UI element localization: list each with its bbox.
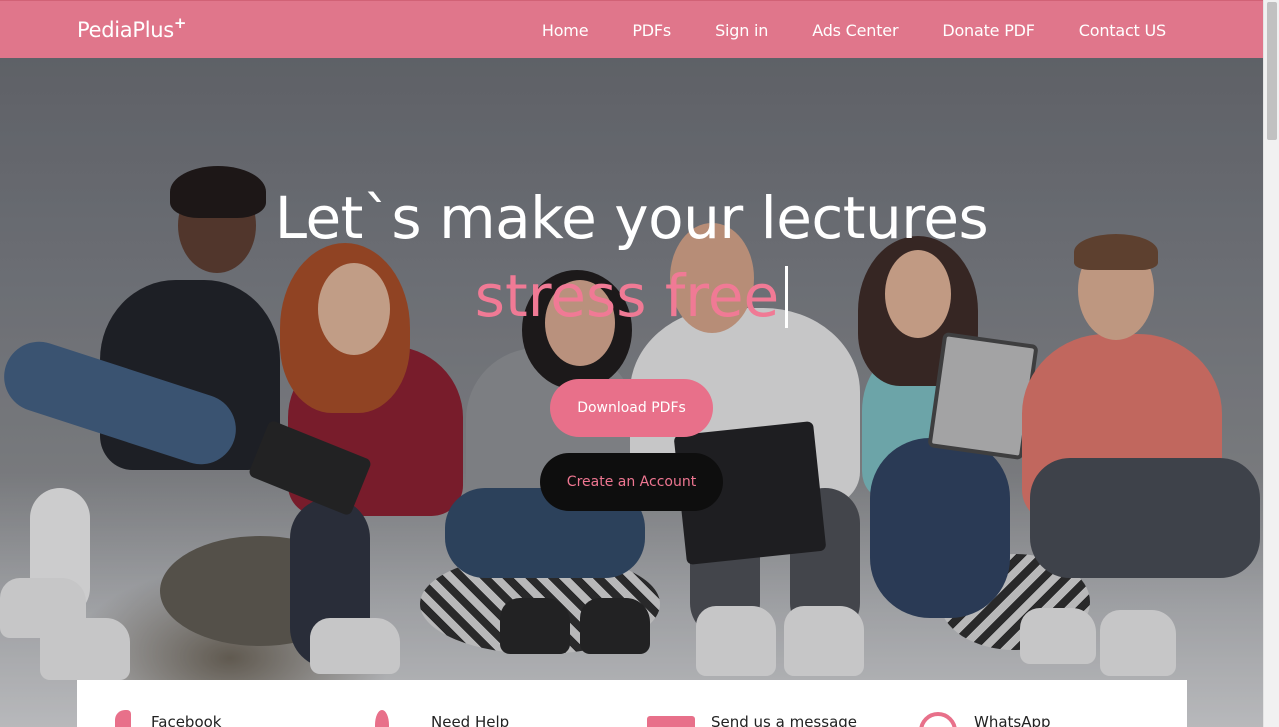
nav-ads-center[interactable]: Ads Center [812, 21, 898, 40]
contact-need-help-label[interactable]: Need Help [431, 713, 509, 727]
contact-facebook-label[interactable]: Facebook [151, 713, 221, 727]
download-pdfs-button[interactable]: Download PDFs [550, 379, 713, 437]
hero-headline: Let`s make your lectures [274, 184, 989, 252]
help-icon[interactable] [375, 710, 389, 727]
nav-home[interactable]: Home [542, 21, 589, 40]
facebook-icon[interactable] [115, 710, 131, 727]
top-navbar: PediaPlus+ Home PDFs Sign in Ads Center … [0, 0, 1263, 58]
page-scrollbar[interactable] [1263, 0, 1279, 727]
contact-strip: Facebook Need Help Send us a message Wha… [77, 680, 1187, 727]
whatsapp-icon[interactable] [919, 712, 957, 727]
hero-section: Let`s make your lectures stress free Dow… [0, 58, 1263, 727]
nav-contact-us[interactable]: Contact US [1079, 21, 1166, 40]
nav-sign-in[interactable]: Sign in [715, 21, 768, 40]
contact-message-label[interactable]: Send us a message [711, 713, 857, 727]
nav-pdfs[interactable]: PDFs [632, 21, 671, 40]
hero-highlight-line: stress free [0, 262, 1263, 330]
scrollbar-thumb[interactable] [1267, 2, 1277, 140]
brand-logo[interactable]: PediaPlus+ [77, 14, 187, 42]
brand-name: PediaPlus [77, 18, 174, 42]
hero-highlight-text: stress free [474, 262, 780, 330]
create-account-button[interactable]: Create an Account [540, 453, 723, 511]
nav-links: Home PDFs Sign in Ads Center Donate PDF … [498, 1, 1166, 59]
typing-cursor [785, 266, 789, 328]
brand-plus-mark: + [173, 14, 187, 32]
mail-icon[interactable] [647, 716, 695, 727]
contact-whatsapp-label[interactable]: WhatsApp [974, 713, 1051, 727]
nav-donate-pdf[interactable]: Donate PDF [942, 21, 1035, 40]
